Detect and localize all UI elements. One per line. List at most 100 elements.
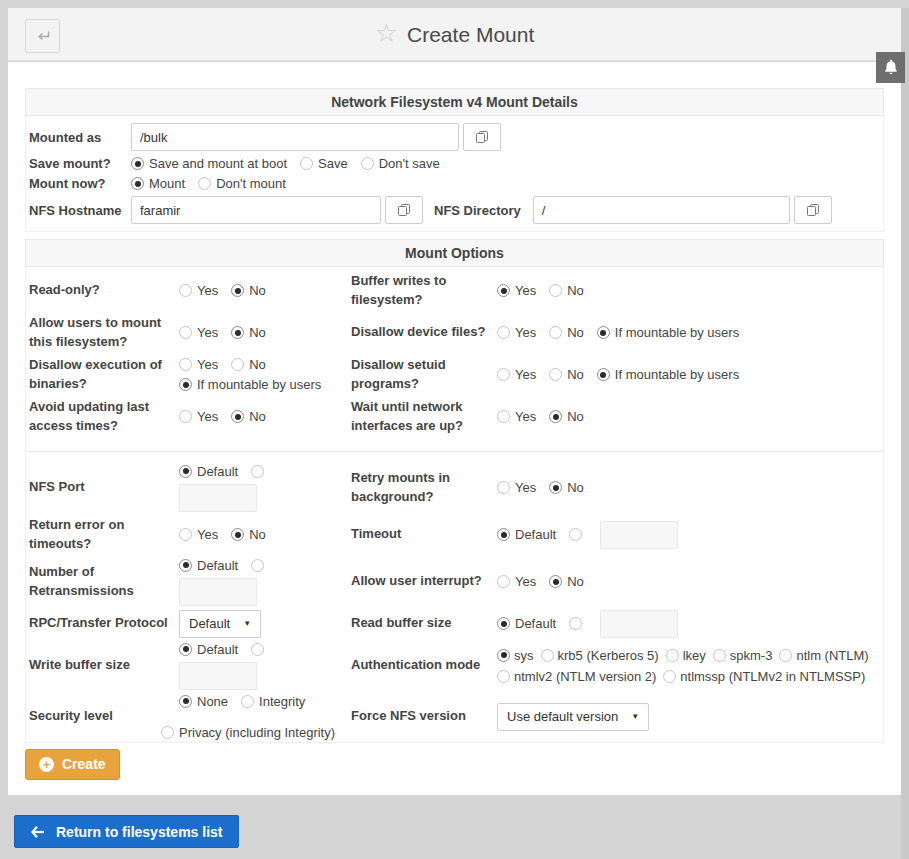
radio-option[interactable]: Save [300, 156, 348, 171]
radio-icon[interactable] [179, 559, 192, 572]
radio-option[interactable]: If mountable by users [597, 325, 739, 340]
radio-option[interactable]: Privacy (including Integrity) [161, 725, 335, 740]
radio-icon[interactable] [231, 358, 244, 371]
radio-option[interactable]: No [549, 409, 584, 424]
radio-option[interactable] [569, 528, 582, 541]
radio-option[interactable]: Yes [497, 283, 536, 298]
radio-icon[interactable] [713, 649, 726, 662]
radio-icon[interactable] [497, 368, 510, 381]
radio-icon[interactable] [179, 358, 192, 371]
nfs-directory-input[interactable] [533, 196, 790, 224]
radio-option[interactable]: ntlm (NTLM) [779, 648, 868, 663]
radio-icon[interactable] [241, 695, 254, 708]
radio-option[interactable]: No [231, 325, 266, 340]
nfs-directory-chooser-button[interactable] [794, 196, 832, 224]
radio-option[interactable]: spkm-3 [713, 648, 773, 663]
radio-icon[interactable] [231, 528, 244, 541]
radio-icon[interactable] [300, 157, 313, 170]
radio-icon[interactable] [179, 465, 192, 478]
radio-option[interactable]: No [549, 325, 584, 340]
radio-icon[interactable] [361, 157, 374, 170]
radio-icon[interactable] [549, 368, 562, 381]
radio-option[interactable]: Integrity [241, 694, 305, 709]
radio-option[interactable]: Default [497, 527, 556, 542]
radio-icon[interactable] [666, 649, 679, 662]
radio-icon[interactable] [549, 326, 562, 339]
retrans-input[interactable] [179, 578, 257, 606]
radio-option[interactable]: Yes [497, 325, 536, 340]
radio-option[interactable]: Save and mount at boot [131, 156, 287, 171]
radio-icon[interactable] [179, 326, 192, 339]
radio-option[interactable]: Default [179, 464, 238, 479]
radio-option[interactable]: Yes [497, 480, 536, 495]
radio-option[interactable]: If mountable by users [597, 367, 739, 382]
radio-option[interactable]: Yes [497, 367, 536, 382]
radio-icon[interactable] [179, 284, 192, 297]
radio-icon[interactable] [597, 326, 610, 339]
radio-option[interactable]: None [179, 694, 228, 709]
force-version-select[interactable]: Use default version ▼ [497, 703, 649, 731]
radio-icon[interactable] [251, 559, 264, 572]
nfs-hostname-chooser-button[interactable] [385, 196, 423, 224]
radio-option[interactable]: Don't mount [198, 176, 286, 191]
create-button[interactable]: + Create [25, 749, 120, 780]
radio-icon[interactable] [251, 643, 264, 656]
radio-icon[interactable] [179, 528, 192, 541]
radio-icon[interactable] [231, 326, 244, 339]
read-buffer-input[interactable] [600, 610, 678, 638]
radio-icon[interactable] [497, 528, 510, 541]
radio-icon[interactable] [497, 617, 510, 630]
radio-icon[interactable] [231, 410, 244, 423]
radio-icon[interactable] [179, 643, 192, 656]
radio-icon[interactable] [779, 649, 792, 662]
scrollbar-track[interactable] [901, 8, 909, 859]
radio-icon[interactable] [549, 575, 562, 588]
mounted-as-chooser-button[interactable] [463, 123, 501, 151]
radio-option[interactable]: lkey [666, 648, 706, 663]
rpc-protocol-select[interactable]: Default ▼ [179, 610, 261, 638]
radio-option[interactable]: No [231, 283, 266, 298]
radio-option[interactable]: ntmlv2 (NTLM version 2) [497, 669, 656, 684]
radio-option[interactable]: No [549, 283, 584, 298]
radio-option[interactable]: No [231, 357, 266, 372]
radio-icon[interactable] [497, 575, 510, 588]
radio-option[interactable]: Don't save [361, 156, 440, 171]
radio-option[interactable]: No [549, 574, 584, 589]
radio-icon[interactable] [497, 284, 510, 297]
radio-icon[interactable] [131, 157, 144, 170]
radio-icon[interactable] [549, 481, 562, 494]
radio-option[interactable]: Default [497, 616, 556, 631]
radio-icon[interactable] [497, 649, 510, 662]
radio-icon[interactable] [497, 410, 510, 423]
return-to-filesystems-button[interactable]: Return to filesystems list [14, 815, 239, 848]
radio-icon[interactable] [179, 695, 192, 708]
radio-icon[interactable] [179, 410, 192, 423]
radio-option[interactable]: No [231, 409, 266, 424]
radio-option[interactable] [251, 643, 264, 656]
radio-icon[interactable] [497, 481, 510, 494]
radio-icon[interactable] [231, 284, 244, 297]
radio-icon[interactable] [549, 410, 562, 423]
mounted-as-input[interactable] [131, 123, 459, 151]
radio-option[interactable]: ntlmssp (NTLMv2 in NTLMSSP) [663, 669, 865, 684]
radio-option[interactable] [569, 617, 582, 630]
radio-icon[interactable] [161, 726, 174, 739]
nfs-hostname-input[interactable] [131, 196, 381, 224]
radio-icon[interactable] [549, 284, 562, 297]
radio-option[interactable]: Yes [179, 409, 218, 424]
radio-option[interactable]: Yes [497, 574, 536, 589]
radio-icon[interactable] [597, 368, 610, 381]
radio-option[interactable]: sys [497, 648, 534, 663]
radio-option[interactable]: Yes [179, 283, 218, 298]
radio-option[interactable]: Yes [179, 325, 218, 340]
radio-option[interactable]: If mountable by users [179, 377, 321, 392]
timeout-input[interactable] [600, 521, 678, 549]
radio-icon[interactable] [569, 617, 582, 630]
radio-icon[interactable] [497, 670, 510, 683]
notifications-button[interactable] [876, 52, 905, 83]
star-icon[interactable]: ☆ [375, 20, 398, 46]
radio-option[interactable]: No [549, 480, 584, 495]
radio-option[interactable]: No [231, 527, 266, 542]
radio-option[interactable]: No [549, 367, 584, 382]
radio-option[interactable]: Default [179, 558, 238, 573]
